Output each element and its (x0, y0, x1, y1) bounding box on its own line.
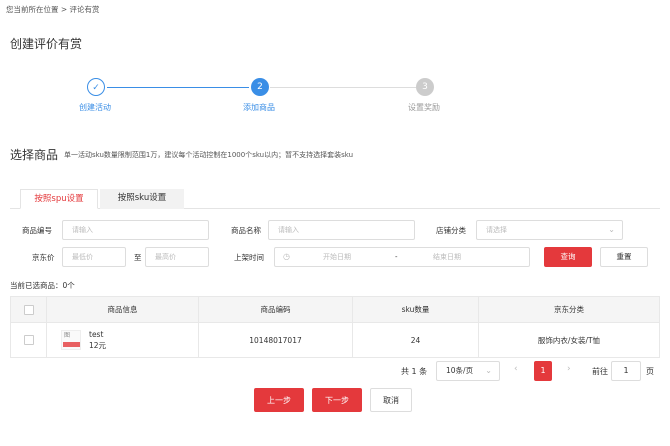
step-1-label: 创建活动 (79, 103, 111, 112)
product-name: test (89, 330, 104, 339)
query-button[interactable]: 查询 (544, 247, 592, 267)
step-connector-1 (107, 87, 249, 88)
prev-step-button[interactable]: 上一步 (254, 388, 304, 412)
header-jd-category: 京东分类 (554, 305, 584, 314)
price-to-label: 至 (134, 253, 142, 262)
shop-category-select[interactable]: 请选择 ⌄ (476, 220, 623, 240)
step-2-current: 2 (251, 78, 269, 96)
next-step-button[interactable]: 下一步 (312, 388, 362, 412)
product-thumbnail: 图 (61, 330, 81, 350)
product-info-cell: 图 test 12元 (47, 323, 199, 357)
product-price: 12元 (89, 341, 107, 350)
goto-unit: 页 (646, 367, 654, 376)
product-code-input[interactable]: 请输入 (62, 220, 209, 240)
table-header: 商品信息 商品编码 sku数量 京东分类 (11, 297, 659, 323)
sku-count-cell: 24 (353, 323, 479, 357)
chevron-down-icon: ⌄ (608, 225, 615, 234)
page-size-value: 10条/页 (446, 366, 474, 375)
steps-progress: ✓ 创建活动 2 添加商品 3 设置奖励 (0, 78, 670, 118)
step-3-pending: 3 (416, 78, 434, 96)
product-table: 商品信息 商品编码 sku数量 京东分类 图 test 12元 10148017… (10, 296, 660, 358)
chevron-down-icon: ⌄ (485, 366, 492, 375)
product-thumbnail-banner (63, 342, 80, 347)
step-2-label: 添加商品 (243, 103, 275, 112)
breadcrumb: 您当前所在位置 > 评论有赏 (6, 5, 100, 14)
end-date-placeholder: 结束日期 (433, 253, 461, 261)
clock-icon: ◷ (283, 252, 290, 261)
product-code-cell: 10148017017 (199, 323, 353, 357)
tab-spu[interactable]: 按照spu设置 (20, 189, 98, 209)
row-select-cell (11, 323, 47, 357)
table-row[interactable]: 图 test 12元 10148017017 24 服饰内衣/女装/T恤 (11, 323, 659, 357)
start-date-placeholder: 开始日期 (323, 253, 351, 261)
header-product-info: 商品信息 (47, 297, 199, 322)
next-page-icon[interactable]: › (567, 364, 571, 374)
product-thumbnail-text: 图 (64, 332, 71, 339)
tab-bar: 按照spu设置 按照sku设置 (10, 189, 660, 209)
tab-sku[interactable]: 按照sku设置 (100, 189, 184, 209)
shop-category-placeholder: 请选择 (486, 226, 507, 234)
header-sku-count: sku数量 (353, 297, 479, 322)
section-hint: 单一活动sku数量限制范围1万，建议每个活动控制在1000个sku以内；暂不支持… (64, 151, 354, 159)
page-size-select[interactable]: 10条/页 ⌄ (436, 361, 500, 381)
shop-category-label: 店铺分类 (436, 226, 466, 235)
reset-button[interactable]: 重置 (600, 247, 648, 267)
date-separator: - (395, 253, 398, 261)
row-checkbox[interactable] (23, 335, 34, 345)
listing-time-label: 上架时间 (234, 253, 264, 262)
product-code-label: 商品编号 (22, 226, 52, 235)
jd-category-cell: 服饰内衣/女装/T恤 (537, 335, 601, 345)
pagination-total: 共 1 条 (401, 367, 428, 376)
jd-price-label: 京东价 (32, 253, 55, 262)
max-price-input[interactable]: 最高价 (145, 247, 209, 267)
goto-page-input[interactable]: 1 (611, 361, 641, 381)
selected-count: 当前已选商品：0个 (10, 281, 75, 290)
step-3-label: 设置奖励 (408, 103, 440, 112)
min-price-input[interactable]: 最低价 (62, 247, 126, 267)
select-all-cell (11, 297, 47, 322)
header-product-code: 商品编码 (199, 297, 353, 322)
page-title: 创建评价有赏 (10, 37, 83, 51)
product-name-label: 商品名称 (231, 226, 261, 235)
step-connector-2 (270, 87, 416, 88)
cancel-button[interactable]: 取消 (370, 388, 412, 412)
date-range-picker[interactable]: ◷ 开始日期 - 结束日期 (274, 247, 530, 267)
page-number-current[interactable]: 1 (534, 361, 552, 381)
product-name-input[interactable]: 请输入 (268, 220, 415, 240)
section-title: 选择商品 (10, 148, 59, 162)
select-all-checkbox[interactable] (23, 304, 34, 315)
prev-page-icon[interactable]: ‹ (514, 364, 518, 374)
goto-label: 前往 (592, 367, 608, 376)
step-1-done-icon: ✓ (87, 78, 105, 96)
